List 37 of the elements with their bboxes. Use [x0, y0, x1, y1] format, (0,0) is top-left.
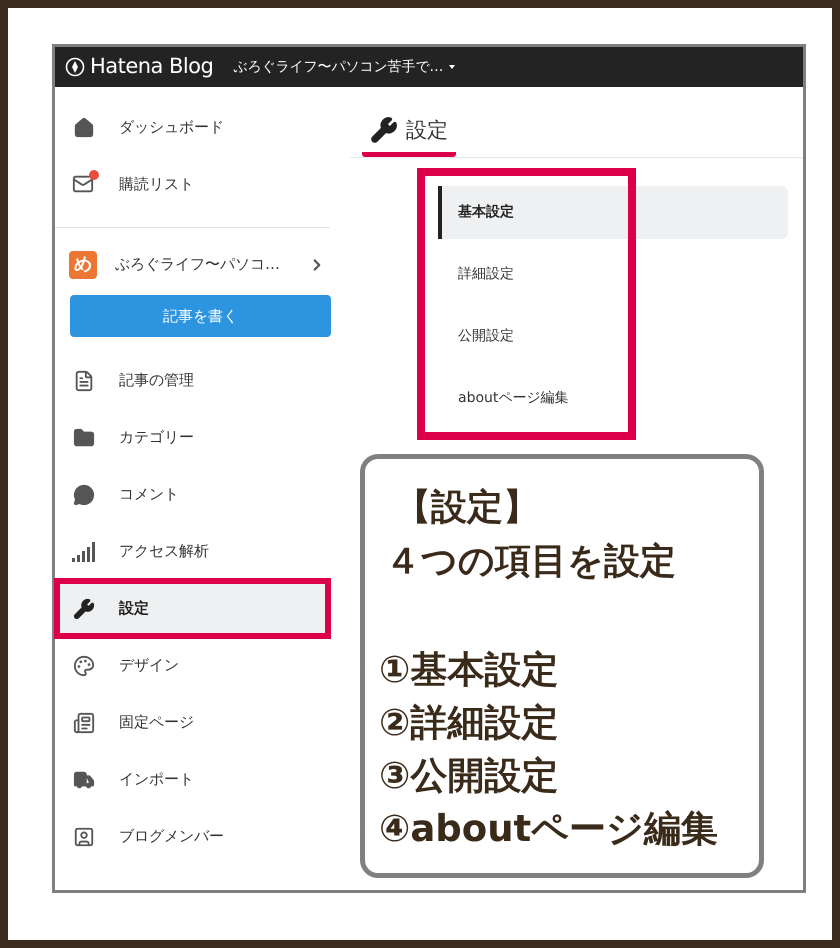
settings-tab[interactable]: 公開設定: [438, 310, 788, 363]
callout-heading: ４つの項目を設定: [385, 540, 677, 584]
page-icon: [73, 712, 95, 734]
settings-tab[interactable]: 基本設定: [438, 186, 788, 239]
sidebar-item[interactable]: 購読リスト: [55, 156, 350, 213]
sidebar-item[interactable]: 固定ページ: [55, 694, 325, 751]
sidebar-item[interactable]: ブログメンバー: [55, 808, 325, 865]
folder-icon: [73, 426, 95, 448]
callout-list-item: ③公開設定: [379, 753, 560, 799]
sidebar-item[interactable]: インポート: [55, 751, 325, 808]
document-icon: [73, 370, 95, 392]
settings-tab[interactable]: aboutページ編集: [438, 372, 788, 425]
palette-icon: [73, 654, 95, 676]
settings-icon: [370, 116, 398, 144]
sidebar-item[interactable]: アクセス解析: [55, 523, 325, 580]
logo-text[interactable]: Hatena Blog: [90, 51, 214, 83]
sidebar-item[interactable]: 記事の管理: [55, 352, 325, 409]
callout-list-item: ④aboutページ編集: [379, 806, 720, 852]
sidebar-item[interactable]: デザイン: [55, 637, 325, 694]
callout-heading: 【設定】: [395, 486, 540, 530]
callout-list-item: ②詳細設定: [379, 700, 560, 746]
settings-icon: [73, 598, 95, 620]
blog-selector[interactable]: ぶろぐライフ〜パソコン苦手で…: [233, 56, 456, 78]
blog-avatar: め: [69, 250, 97, 278]
blog-link[interactable]: め ぶろぐライフ〜パソコ…: [55, 236, 350, 293]
sidebar-item[interactable]: カテゴリー: [55, 409, 325, 466]
sidebar-item[interactable]: コメント: [55, 466, 325, 523]
settings-tab[interactable]: 詳細設定: [438, 248, 788, 301]
bar-chart-icon: [71, 542, 97, 562]
callout-list-item: ①基本設定: [379, 647, 560, 693]
comment-icon: [73, 484, 95, 506]
page-title: 設定: [362, 114, 456, 157]
logo-icon: [65, 57, 85, 77]
caret-icon: [449, 65, 456, 69]
member-icon: [73, 826, 95, 848]
sidebar-item[interactable]: ダッシュボード: [55, 99, 350, 156]
home-icon: [73, 116, 95, 138]
